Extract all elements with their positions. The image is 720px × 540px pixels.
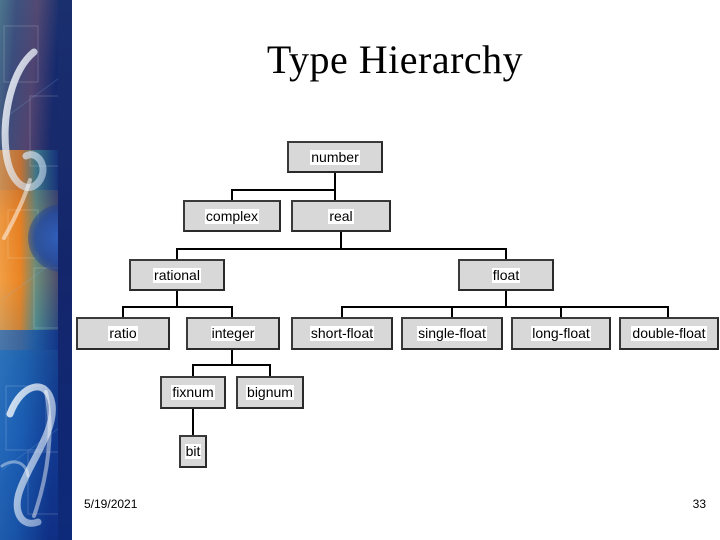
node-label: float [491, 266, 521, 283]
connector-bus-integer [192, 364, 270, 366]
node-ratio[interactable]: ratio [76, 317, 170, 350]
node-bit[interactable]: bit [179, 435, 207, 468]
connector-integer-down [231, 350, 233, 365]
node-bignum[interactable]: bignum [236, 376, 304, 409]
node-label: number [310, 148, 360, 165]
node-label: ratio [108, 325, 138, 341]
node-rational[interactable]: rational [129, 259, 225, 291]
node-label: bit [184, 443, 202, 459]
node-double-float[interactable]: double-float [619, 317, 719, 350]
footer-date: 5/19/2021 [84, 497, 138, 511]
node-label: complex [204, 207, 260, 224]
node-real[interactable]: real [291, 200, 391, 232]
node-label: bignum [246, 384, 294, 400]
node-label: fixnum [171, 384, 215, 400]
node-label: real [328, 207, 354, 224]
connector-bus-level1 [231, 189, 336, 191]
node-number[interactable]: number [287, 141, 383, 173]
node-label: rational [153, 266, 201, 283]
node-long-float[interactable]: long-float [511, 317, 611, 350]
node-complex[interactable]: complex [183, 200, 281, 232]
connector-float-down [505, 291, 507, 307]
node-short-float[interactable]: short-float [291, 317, 393, 350]
type-hierarchy-diagram: number complex real rational float ratio… [0, 0, 720, 540]
footer-page-number: 33 [692, 497, 706, 511]
connector-rational-down [176, 291, 178, 307]
connector-bus-rational [122, 306, 233, 308]
connector-real-down [340, 232, 342, 249]
slide: Type Hierarchy number complex real ratio… [0, 0, 720, 540]
node-label: double-float [631, 325, 707, 341]
node-label: single-float [417, 325, 487, 341]
node-label: integer [210, 325, 256, 341]
node-float[interactable]: float [458, 259, 554, 291]
connector-bus-level2 [176, 248, 507, 250]
node-label: short-float [309, 325, 375, 341]
node-fixnum[interactable]: fixnum [160, 376, 226, 409]
node-label: long-float [531, 325, 591, 341]
connector-bus-float [341, 306, 668, 308]
connector-number-down [334, 173, 336, 190]
node-integer[interactable]: integer [186, 317, 280, 350]
node-single-float[interactable]: single-float [401, 317, 503, 350]
connector-fixnum-to-bit [192, 409, 194, 436]
